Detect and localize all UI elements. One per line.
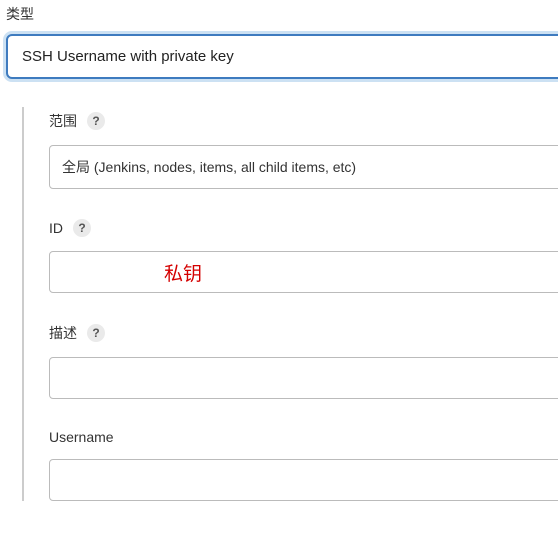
- scope-select[interactable]: 全局 (Jenkins, nodes, items, all child ite…: [49, 145, 558, 189]
- scope-selected: 全局 (Jenkins, nodes, items, all child ite…: [62, 159, 356, 175]
- id-help-icon[interactable]: ?: [73, 219, 91, 237]
- description-label: 描述: [49, 323, 77, 343]
- id-input[interactable]: [49, 251, 558, 293]
- scope-label: 范围: [49, 111, 77, 131]
- credential-type-selected: SSH Username with private key: [22, 48, 234, 65]
- username-input[interactable]: [49, 459, 558, 501]
- description-input[interactable]: [49, 357, 558, 399]
- username-label: Username: [49, 429, 114, 445]
- id-label: ID: [49, 220, 63, 236]
- scope-help-icon[interactable]: ?: [87, 112, 105, 130]
- type-label: 类型: [6, 4, 558, 24]
- description-help-icon[interactable]: ?: [87, 324, 105, 342]
- credential-type-select[interactable]: SSH Username with private key: [6, 34, 558, 79]
